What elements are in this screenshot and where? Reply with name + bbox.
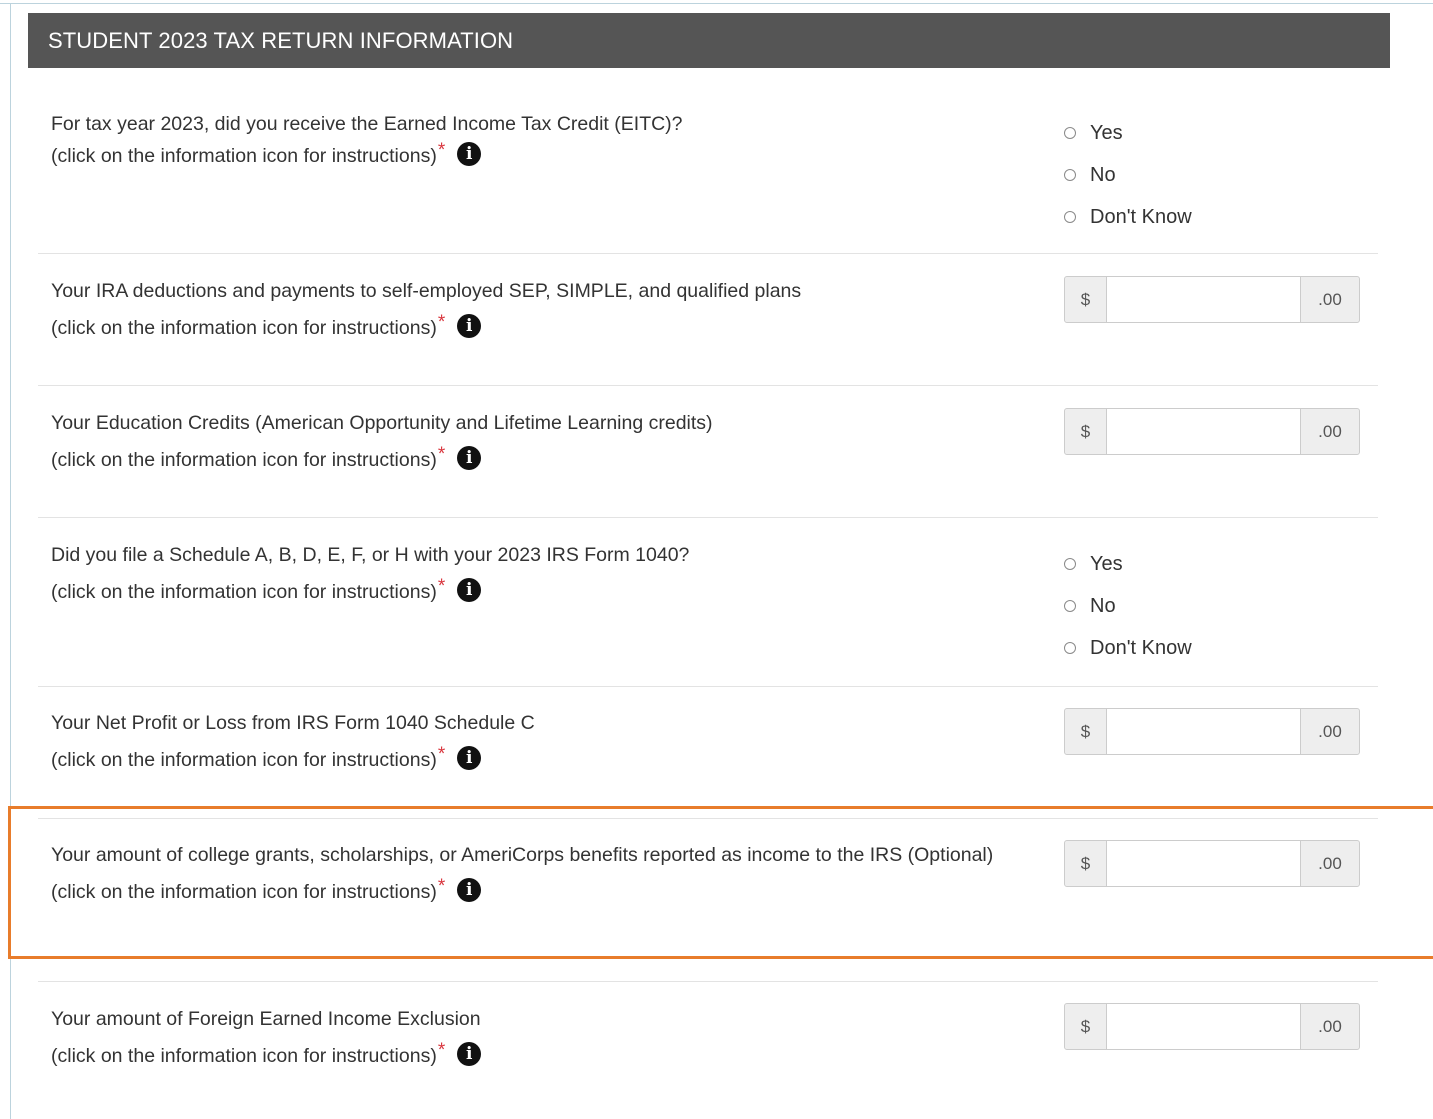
education-credits-field: $ .00 bbox=[1064, 408, 1360, 455]
radio-label: Don't Know bbox=[1090, 205, 1192, 228]
radio-button[interactable] bbox=[1064, 642, 1076, 654]
required-asterisk: * bbox=[437, 140, 446, 161]
question-hint: (click on the information icon for instr… bbox=[51, 145, 437, 167]
cents-suffix: .00 bbox=[1300, 840, 1360, 887]
required-asterisk: * bbox=[437, 312, 446, 333]
currency-prefix: $ bbox=[1064, 276, 1107, 323]
question-hint-line: (click on the information icon for instr… bbox=[51, 312, 1021, 345]
required-asterisk: * bbox=[437, 1040, 446, 1061]
frame-border-top bbox=[0, 3, 1433, 4]
radio-schedule-no[interactable]: No bbox=[1064, 585, 1192, 627]
question-hint: (click on the information icon for instr… bbox=[51, 449, 437, 471]
question-hint-line: (click on the information icon for instr… bbox=[51, 140, 1021, 173]
eitc-radio-group: Yes No Don't Know bbox=[1064, 112, 1192, 238]
question-hint-line: (click on the information icon for instr… bbox=[51, 576, 1021, 609]
radio-button[interactable] bbox=[1064, 169, 1076, 181]
radio-label: Yes bbox=[1090, 121, 1123, 144]
row-divider bbox=[38, 981, 1378, 982]
row-divider bbox=[38, 517, 1378, 518]
college-grants-input[interactable] bbox=[1107, 840, 1300, 887]
row-divider bbox=[38, 686, 1378, 687]
schedule-radio-group: Yes No Don't Know bbox=[1064, 543, 1192, 669]
question-eitc: For tax year 2023, did you receive the E… bbox=[51, 108, 1021, 173]
radio-label: Don't Know bbox=[1090, 636, 1192, 659]
question-hint: (click on the information icon for instr… bbox=[51, 581, 437, 603]
question-hint: (click on the information icon for instr… bbox=[51, 1045, 437, 1067]
radio-eitc-no[interactable]: No bbox=[1064, 154, 1192, 196]
info-icon[interactable]: i bbox=[457, 745, 482, 770]
question-text: Your amount of Foreign Earned Income Exc… bbox=[51, 1008, 481, 1030]
info-icon[interactable]: i bbox=[457, 1041, 482, 1066]
radio-eitc-yes[interactable]: Yes bbox=[1064, 112, 1192, 154]
schedule-c-field: $ .00 bbox=[1064, 708, 1360, 755]
radio-label: No bbox=[1090, 594, 1116, 617]
info-icon[interactable]: i bbox=[457, 877, 482, 902]
question-hint-line: (click on the information icon for instr… bbox=[51, 744, 1021, 777]
education-credits-input[interactable] bbox=[1107, 408, 1300, 455]
question-hint-line: (click on the information icon for instr… bbox=[51, 1040, 1021, 1073]
frame-border-left bbox=[10, 3, 11, 1119]
row-divider bbox=[38, 253, 1378, 254]
section-header: STUDENT 2023 TAX RETURN INFORMATION bbox=[28, 13, 1390, 68]
question-text: Your IRA deductions and payments to self… bbox=[51, 280, 802, 302]
radio-button[interactable] bbox=[1064, 211, 1076, 223]
cents-suffix: .00 bbox=[1300, 408, 1360, 455]
ira-amount-field: $ .00 bbox=[1064, 276, 1360, 323]
question-ira: Your IRA deductions and payments to self… bbox=[51, 275, 1021, 345]
required-asterisk: * bbox=[437, 876, 446, 897]
radio-button[interactable] bbox=[1064, 558, 1076, 570]
info-icon[interactable]: i bbox=[457, 445, 482, 470]
radio-eitc-dont-know[interactable]: Don't Know bbox=[1064, 196, 1192, 238]
foreign-income-input[interactable] bbox=[1107, 1003, 1300, 1050]
question-schedule: Did you file a Schedule A, B, D, E, F, o… bbox=[51, 539, 1021, 609]
question-foreign-income: Your amount of Foreign Earned Income Exc… bbox=[51, 1003, 1021, 1073]
ira-amount-input[interactable] bbox=[1107, 276, 1300, 323]
question-education-credits: Your Education Credits (American Opportu… bbox=[51, 407, 1021, 477]
question-text: Your Education Credits (American Opportu… bbox=[51, 412, 713, 434]
question-text: Your Net Profit or Loss from IRS Form 10… bbox=[51, 712, 535, 734]
college-grants-field: $ .00 bbox=[1064, 840, 1360, 887]
currency-prefix: $ bbox=[1064, 1003, 1107, 1050]
row-divider bbox=[38, 818, 1378, 819]
cents-suffix: .00 bbox=[1300, 276, 1360, 323]
radio-label: No bbox=[1090, 163, 1116, 186]
radio-label: Yes bbox=[1090, 552, 1123, 575]
question-hint: (click on the information icon for instr… bbox=[51, 881, 437, 903]
question-schedule-c: Your Net Profit or Loss from IRS Form 10… bbox=[51, 707, 1021, 777]
question-hint: (click on the information icon for instr… bbox=[51, 317, 437, 339]
info-icon[interactable]: i bbox=[457, 141, 482, 166]
required-asterisk: * bbox=[437, 744, 446, 765]
question-hint: (click on the information icon for instr… bbox=[51, 749, 437, 771]
required-asterisk: * bbox=[437, 444, 446, 465]
radio-schedule-dont-know[interactable]: Don't Know bbox=[1064, 627, 1192, 669]
info-icon[interactable]: i bbox=[457, 577, 482, 602]
cents-suffix: .00 bbox=[1300, 1003, 1360, 1050]
required-asterisk: * bbox=[437, 576, 446, 597]
currency-prefix: $ bbox=[1064, 840, 1107, 887]
row-divider bbox=[38, 385, 1378, 386]
radio-schedule-yes[interactable]: Yes bbox=[1064, 543, 1192, 585]
question-college-grants: Your amount of college grants, scholarsh… bbox=[51, 839, 1021, 909]
question-text: For tax year 2023, did you receive the E… bbox=[51, 113, 683, 135]
question-hint-line: (click on the information icon for instr… bbox=[51, 876, 1021, 909]
cents-suffix: .00 bbox=[1300, 708, 1360, 755]
schedule-c-input[interactable] bbox=[1107, 708, 1300, 755]
question-hint-line: (click on the information icon for instr… bbox=[51, 444, 1021, 477]
currency-prefix: $ bbox=[1064, 408, 1107, 455]
question-text: Did you file a Schedule A, B, D, E, F, o… bbox=[51, 544, 690, 566]
currency-prefix: $ bbox=[1064, 708, 1107, 755]
radio-button[interactable] bbox=[1064, 127, 1076, 139]
radio-button[interactable] bbox=[1064, 600, 1076, 612]
foreign-income-field: $ .00 bbox=[1064, 1003, 1360, 1050]
question-text: Your amount of college grants, scholarsh… bbox=[51, 844, 994, 866]
info-icon[interactable]: i bbox=[457, 313, 482, 338]
